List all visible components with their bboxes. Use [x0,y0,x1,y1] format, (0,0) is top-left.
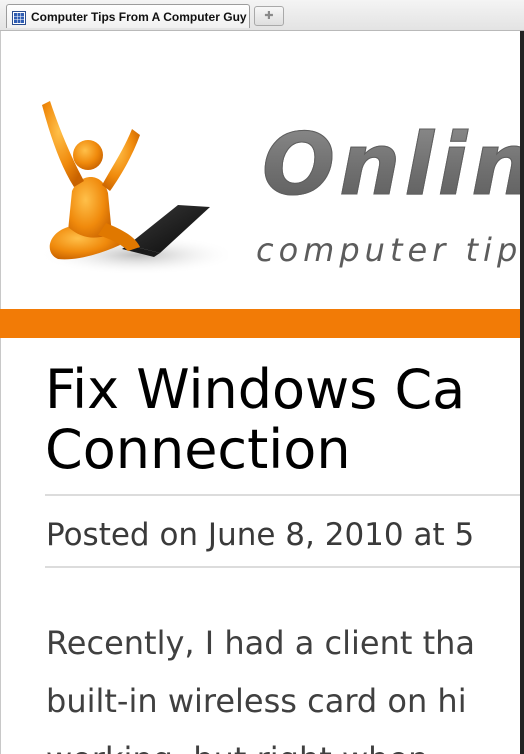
post-title-line-2: Connection [45,418,351,481]
title-divider [45,494,520,496]
new-tab-icon: ✚ [264,9,274,22]
post-meta: Posted on June 8, 2010 at 5 [46,517,475,553]
page-viewport[interactable]: Onlin computer tip Fix Windows Ca Connec… [0,31,520,754]
grid-favicon-icon [12,10,26,25]
post-body-line-3: working, but right when [46,730,520,754]
mascot-laptop-logo[interactable] [28,95,238,289]
browser-tab-title: Computer Tips From A Computer Guy [31,9,247,24]
window-right-border [520,31,524,754]
site-header: Onlin computer tip [0,31,520,309]
post-title[interactable]: Fix Windows Ca Connection [45,360,465,480]
post-body-line-2: built-in wireless card on hi [46,682,467,720]
post-title-line-1: Fix Windows Ca [45,358,466,421]
header-accent-bar [0,309,520,338]
meta-divider [45,566,520,568]
new-tab-button[interactable]: ✚ [254,6,284,26]
post-body: Recently, I had a client tha built-in wi… [46,614,520,754]
site-tagline: computer tip [256,231,520,269]
browser-tab[interactable]: Computer Tips From A Computer Guy [6,4,250,28]
post-body-line-1: Recently, I had a client tha [46,624,476,662]
browser-tab-strip: Computer Tips From A Computer Guy ✚ [0,0,524,31]
site-logo-text[interactable]: Onlin [262,115,520,216]
